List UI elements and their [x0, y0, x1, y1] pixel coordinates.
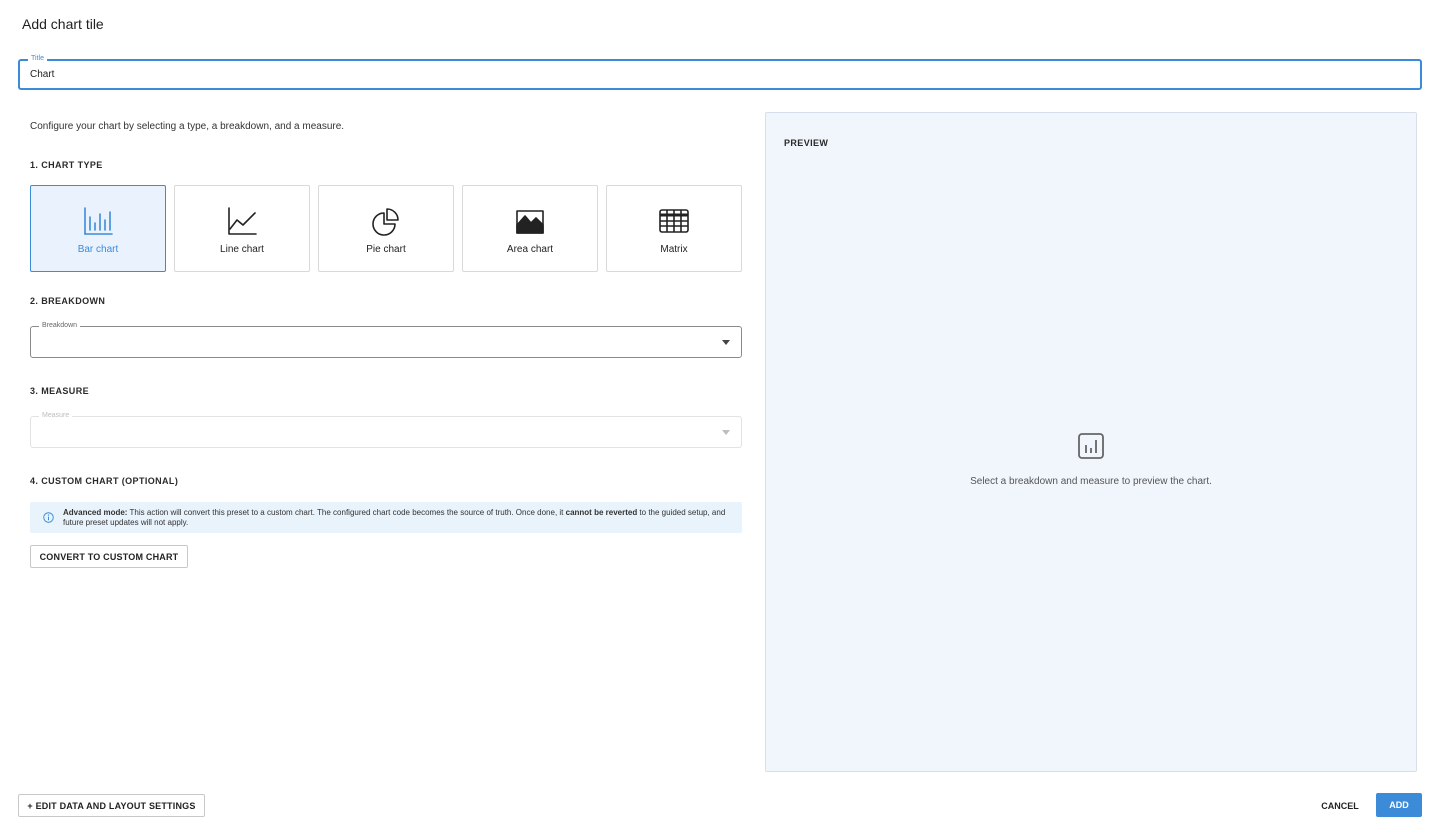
- area-chart-icon: [516, 210, 544, 234]
- chart-type-area[interactable]: Area chart: [462, 185, 598, 272]
- title-field[interactable]: Title Chart: [18, 54, 1422, 90]
- section-heading-breakdown: 2. BREAKDOWN: [30, 296, 106, 306]
- breakdown-select[interactable]: Breakdown: [30, 321, 742, 358]
- title-field-label: Title: [28, 54, 47, 64]
- info-text-1: This action will convert this preset to …: [127, 508, 566, 517]
- section-heading-chart-type: 1. CHART TYPE: [30, 160, 103, 170]
- measure-select[interactable]: Measure: [30, 411, 742, 448]
- chart-type-pie[interactable]: Pie chart: [318, 185, 454, 272]
- info-bold-mid: cannot be reverted: [565, 508, 638, 517]
- convert-to-custom-chart-button[interactable]: CONVERT TO CUSTOM CHART: [30, 545, 188, 568]
- info-bold-lead: Advanced mode:: [63, 508, 128, 517]
- title-field-value[interactable]: Chart: [30, 69, 54, 80]
- chart-type-label: Bar chart: [77, 244, 119, 255]
- chevron-down-icon: [722, 430, 730, 435]
- dialog-title: Add chart tile: [22, 16, 104, 32]
- chart-type-line[interactable]: Line chart: [174, 185, 310, 272]
- chart-type-label: Area chart: [506, 244, 554, 255]
- preview-panel: PREVIEW Select a breakdown and measure t…: [765, 112, 1417, 772]
- edit-data-layout-settings-button[interactable]: + EDIT DATA AND LAYOUT SETTINGS: [18, 794, 205, 817]
- chart-type-label: Line chart: [220, 244, 264, 255]
- chart-type-label: Matrix: [660, 244, 688, 255]
- section-heading-custom-chart: 4. CUSTOM CHART (OPTIONAL): [30, 476, 179, 486]
- advanced-mode-text: Advanced mode: This action will convert …: [63, 508, 728, 528]
- pie-chart-icon: [372, 208, 399, 236]
- intro-text: Configure your chart by selecting a type…: [30, 121, 345, 132]
- chart-type-matrix[interactable]: Matrix: [606, 185, 742, 272]
- matrix-icon: [659, 209, 689, 233]
- info-icon: [43, 512, 54, 523]
- add-button[interactable]: ADD: [1376, 793, 1422, 817]
- chart-type-bar[interactable]: Bar chart: [30, 185, 166, 272]
- breakdown-select-label: Breakdown: [39, 321, 81, 331]
- cancel-button[interactable]: CANCEL: [1310, 797, 1370, 815]
- measure-select-label: Measure: [39, 411, 73, 421]
- preview-empty-text: Select a breakdown and measure to previe…: [970, 476, 1212, 487]
- chart-type-label: Pie chart: [366, 244, 406, 255]
- preview-heading: PREVIEW: [784, 138, 829, 148]
- bar-chart-icon: [84, 207, 113, 235]
- line-chart-icon: [228, 207, 257, 235]
- bar-chart-placeholder-icon: [1078, 433, 1104, 459]
- chevron-down-icon: [722, 340, 730, 345]
- section-heading-measure: 3. MEASURE: [30, 386, 90, 396]
- advanced-mode-info: Advanced mode: This action will convert …: [30, 502, 742, 533]
